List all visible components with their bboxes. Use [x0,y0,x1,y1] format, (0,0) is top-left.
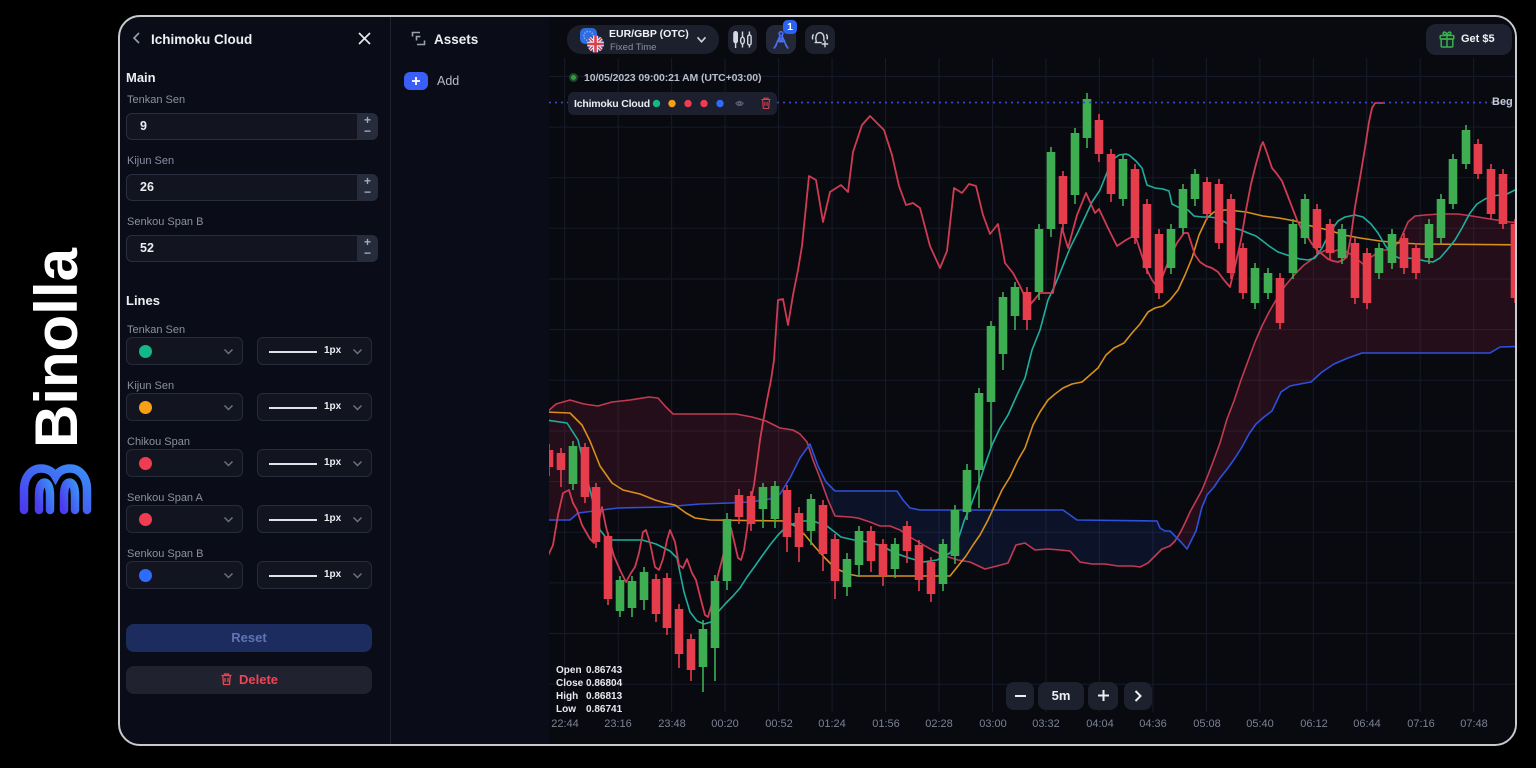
svg-text:Beg: Beg [1492,96,1513,108]
